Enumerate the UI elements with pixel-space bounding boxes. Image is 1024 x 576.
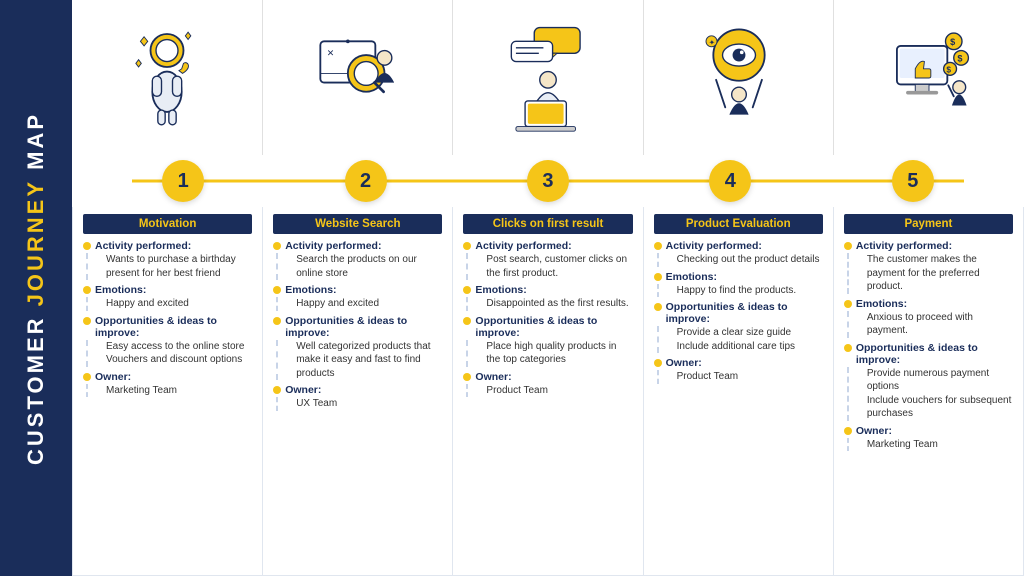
dot-icon (654, 242, 662, 250)
dot-icon (83, 286, 91, 294)
card-3-title: Clicks on first result (463, 214, 632, 234)
svg-text:$: $ (950, 37, 955, 47)
dot-icon (654, 359, 662, 367)
card-3-owner: Owner: Product Team (463, 371, 632, 398)
steps-row: 1 2 3 4 5 (72, 155, 1024, 207)
dot-icon (273, 242, 281, 250)
dot-icon (654, 303, 662, 311)
card-1: Motivation Activity performed: Wants to … (72, 207, 262, 576)
dot-icon (273, 317, 281, 325)
card-1-title: Motivation (83, 214, 252, 234)
card-4: Product Evaluation Activity performed: C… (643, 207, 833, 576)
sidebar-title: CUSTOMER JOURNEY MAP (25, 112, 47, 465)
card-3-activity: Activity performed: Post search, custome… (463, 240, 632, 280)
card-4-title: Product Evaluation (654, 214, 823, 234)
card-5: Payment Activity performed: The customer… (833, 207, 1024, 576)
dot-icon (463, 373, 471, 381)
svg-text:$: $ (958, 53, 963, 63)
step-4: 4 (709, 160, 751, 202)
card-5-emotions: Emotions: Anxious to proceed with paymen… (844, 298, 1013, 338)
card-1-owner: Owner: Marketing Team (83, 371, 252, 398)
cards-row: Motivation Activity performed: Wants to … (72, 207, 1024, 576)
card-2-activity: Activity performed: Search the products … (273, 240, 442, 280)
step-3: 3 (527, 160, 569, 202)
dot-icon (83, 317, 91, 325)
card-2-owner: Owner: UX Team (273, 384, 442, 411)
dot-icon (463, 242, 471, 250)
illustrations-row: ✕ (72, 0, 1024, 155)
sidebar: CUSTOMER JOURNEY MAP (0, 0, 72, 576)
card-1-opp-text: Easy access to the online storeVouchers … (94, 340, 252, 367)
main-content: ✕ (72, 0, 1024, 576)
dot-icon (273, 286, 281, 294)
dot-icon (273, 386, 281, 394)
dot-icon (463, 286, 471, 294)
card-3-emotions: Emotions: Disappointed as the first resu… (463, 284, 632, 311)
illustration-4: ✦ (644, 0, 835, 155)
dot-icon (844, 300, 852, 308)
card-3-opportunities: Opportunities & ideas to improve: Place … (463, 315, 632, 367)
svg-text:✦: ✦ (708, 38, 714, 47)
card-2: Website Search Activity performed: Searc… (262, 207, 452, 576)
card-4-opp-text: Provide a clear size guideInclude additi… (665, 326, 823, 353)
card-4-opportunities: Opportunities & ideas to improve: Provid… (654, 301, 823, 353)
dot-icon (83, 242, 91, 250)
card-4-activity: Activity performed: Checking out the pro… (654, 240, 823, 267)
dot-icon (844, 427, 852, 435)
svg-text:✕: ✕ (327, 48, 335, 58)
illustration-1 (72, 0, 263, 155)
card-4-emotions: Emotions: Happy to find the products. (654, 271, 823, 298)
card-3: Clicks on first result Activity performe… (452, 207, 642, 576)
card-2-title: Website Search (273, 214, 442, 234)
card-1-opportunities: Opportunities & ideas to improve: Easy a… (83, 315, 252, 367)
step-5: 5 (892, 160, 934, 202)
card-5-owner: Owner: Marketing Team (844, 425, 1013, 452)
card-5-activity: Activity performed: The customer makes t… (844, 240, 1013, 294)
card-5-title: Payment (844, 214, 1013, 234)
dot-icon (83, 373, 91, 381)
card-5-opp-text: Provide numerous payment optionsInclude … (855, 367, 1013, 421)
step-2: 2 (345, 160, 387, 202)
illustration-2: ✕ (263, 0, 454, 155)
svg-text:$: $ (947, 65, 952, 74)
dot-icon (654, 273, 662, 281)
card-5-opportunities: Opportunities & ideas to improve: Provid… (844, 342, 1013, 421)
illustration-5: $ $ $ (834, 0, 1024, 155)
step-1: 1 (162, 160, 204, 202)
dot-icon (463, 317, 471, 325)
dot-icon (844, 344, 852, 352)
dot-icon (844, 242, 852, 250)
card-2-opportunities: Opportunities & ideas to improve: Well c… (273, 315, 442, 381)
card-4-owner: Owner: Product Team (654, 357, 823, 384)
illustration-3 (453, 0, 644, 155)
card-2-emotions: Emotions: Happy and excited (273, 284, 442, 311)
card-1-activity: Activity performed: Wants to purchase a … (83, 240, 252, 280)
card-1-emotions: Emotions: Happy and excited (83, 284, 252, 311)
